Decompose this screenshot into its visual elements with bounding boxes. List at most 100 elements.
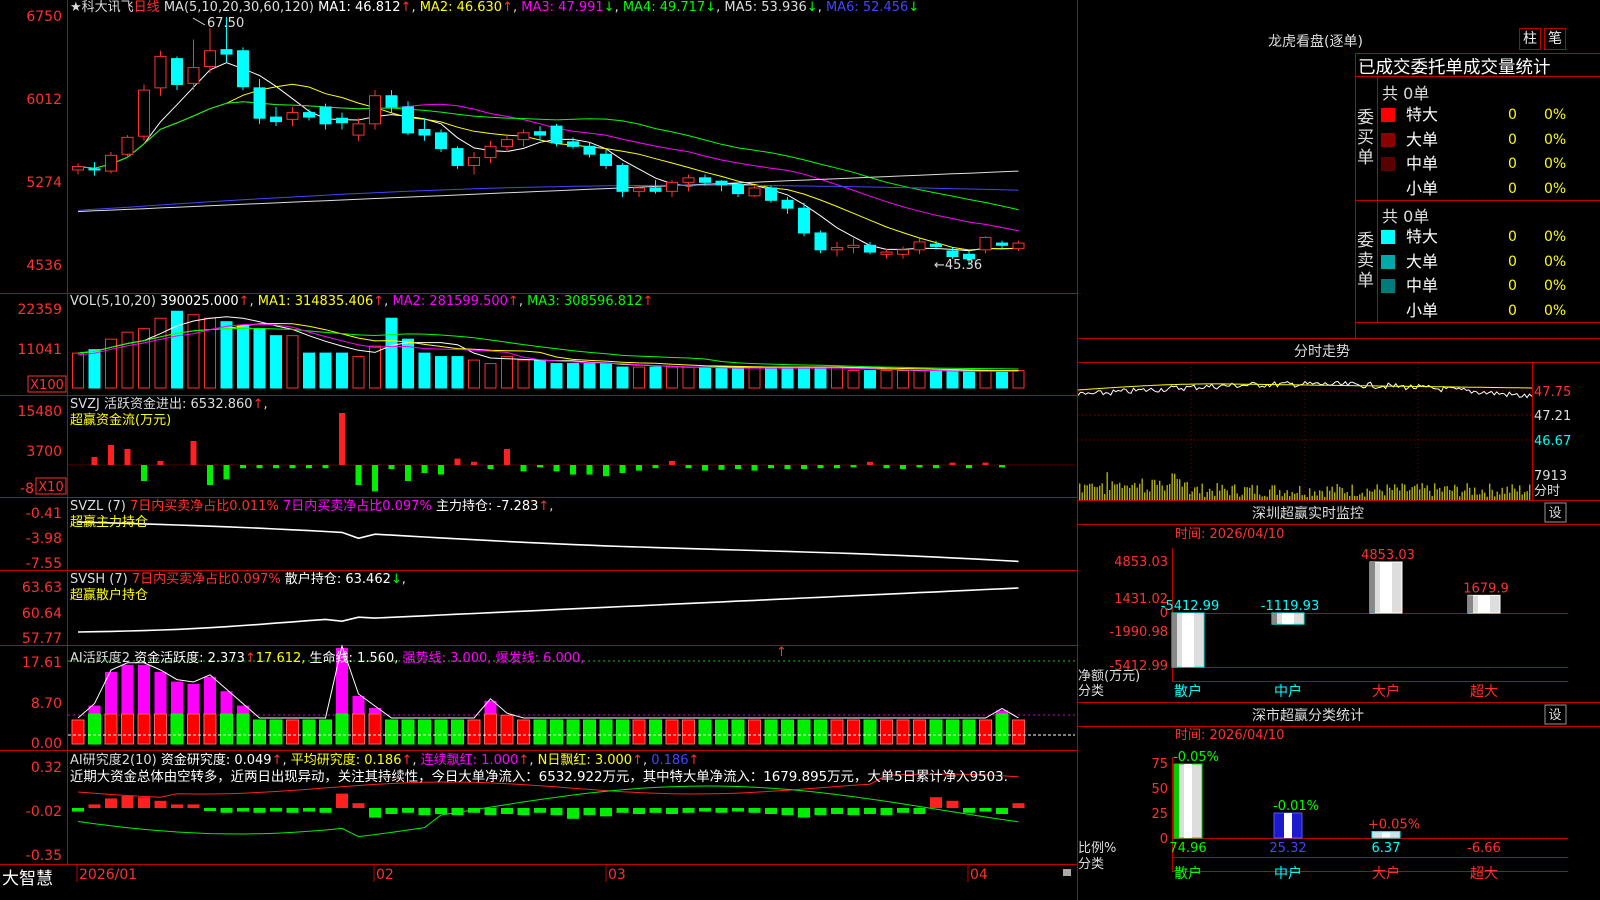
activity-bar [946, 719, 959, 745]
monitor-bar-value: 1679.9 [1463, 581, 1509, 596]
research-bar [600, 808, 612, 817]
candle-body [732, 184, 744, 195]
volume-tick: 11041 [17, 342, 62, 358]
research-bar [666, 808, 678, 814]
intraday-volume-bar [1371, 491, 1373, 500]
svsh-header: SVSH (7) 7日内买卖净占比0.097% 散户持仓: 63.462↓, 超… [70, 572, 406, 604]
intraday-volume-bar [1269, 489, 1271, 500]
activity-bar [434, 719, 448, 745]
research-bar [484, 808, 497, 816]
buy-row: 中单 0 0% [1379, 153, 1600, 175]
stats-tick: 0 [1160, 832, 1168, 847]
arrow-up-icon: ↑ [538, 499, 550, 514]
ma-value: MA4: 49.717 [622, 0, 706, 15]
intraday-volume-bar [1279, 490, 1281, 500]
price-tick: 4536 [26, 258, 62, 274]
candle-body [666, 181, 678, 192]
volume-bar [715, 366, 728, 389]
research-bar [831, 808, 843, 814]
activity-bar [682, 719, 695, 745]
svzj-bar [124, 449, 131, 465]
activity-bar [187, 713, 200, 745]
svsh-tick: 63.63 [22, 580, 62, 596]
research-bar [913, 808, 926, 814]
research-bar [583, 808, 596, 816]
volume-bar [897, 370, 909, 389]
candle-body [72, 166, 84, 171]
monitor-time: 时间: 2026/04/10 [1175, 527, 1284, 542]
volume-bar [732, 366, 744, 389]
activity-bar [451, 719, 464, 745]
volume-bar [154, 317, 167, 389]
svzj-bar [223, 465, 230, 480]
period-label[interactable]: 日线 [134, 0, 160, 15]
research-bar [930, 797, 942, 808]
watch-star-icon[interactable]: ★ [70, 0, 82, 15]
svzj-bar [966, 465, 972, 469]
ma-value: MA2: 46.630 [419, 0, 503, 15]
separator: , [401, 572, 406, 587]
intraday-volume-bar [1144, 492, 1146, 500]
candle-body [369, 95, 381, 125]
intraday-volume-bar [1391, 490, 1393, 500]
buy-row: 大单 0 0% [1379, 129, 1600, 151]
volume-bar [286, 335, 299, 389]
research-bar [979, 808, 992, 812]
intraday-volume-bar [1419, 489, 1421, 500]
svzj-bar [883, 465, 890, 469]
candle-body [765, 187, 777, 201]
intraday-volume-bar [1156, 484, 1158, 500]
intraday-volume-bar [1111, 481, 1113, 500]
stats-bar-shade [1174, 764, 1179, 838]
intraday-volume-bars [1079, 472, 1531, 500]
intraday-vol-unit: 分时 [1534, 484, 1560, 499]
activity-bar [632, 719, 646, 745]
intraday-panel[interactable]: 分时走势 47.75 47.21 46.67 7913 分时 [1078, 338, 1600, 500]
settings-button-label[interactable]: 设 [1548, 708, 1561, 723]
date-label: 04 [970, 867, 988, 883]
candle-body [253, 87, 266, 119]
activity-bar [896, 719, 910, 745]
intraday-volume-bar [1099, 485, 1101, 500]
svzl-tick: -7.55 [26, 556, 62, 572]
settings-button-label[interactable]: 设 [1548, 506, 1561, 521]
research-bar [847, 808, 860, 816]
svzj-bar [504, 449, 510, 465]
intraday-volume-bar [1164, 490, 1166, 500]
candle-body [946, 250, 959, 258]
activity-bar-magenta [352, 696, 365, 714]
intraday-volume-bar [1209, 488, 1211, 500]
intraday-volume-bar [1376, 484, 1378, 500]
arrow-up-icon: ↑ [238, 294, 250, 309]
realtime-monitor-panel[interactable]: 深圳超赢实时监控 设 时间: 2026/04/10 4853.03 1431.0… [1078, 500, 1600, 702]
monitor-category-label: 中户 [1274, 683, 1302, 700]
activity-bar [962, 719, 976, 745]
stats-bar-value: 6.37 [1372, 841, 1401, 856]
intraday-volume-bar [1514, 488, 1516, 500]
price-tick: 6012 [26, 92, 62, 108]
ma-value: MA1: 46.812 [318, 0, 401, 15]
activity-bar [154, 713, 167, 745]
research-bar [385, 808, 398, 814]
lock-icon[interactable] [1063, 869, 1071, 876]
research-bar [352, 803, 365, 808]
research-bar [633, 808, 645, 814]
ai1-activity: 资金活跃度: 2.373 [134, 651, 245, 666]
intraday-volume-bar [1491, 489, 1493, 500]
research-bar [732, 808, 744, 812]
intraday-volume-bar [1331, 486, 1333, 500]
intraday-volume-bar [1319, 490, 1321, 500]
svzj-tick: 3700 [26, 444, 62, 460]
order-count: 0 [1508, 107, 1517, 123]
svzj-bar [735, 465, 741, 469]
monitor-bar-group [1369, 561, 1403, 614]
intraday-volume-bar [1249, 487, 1251, 500]
intraday-volume-bar [1484, 492, 1486, 500]
research-bar [996, 808, 1008, 814]
intraday-volume-bar [1421, 483, 1423, 500]
stock-name: 科大讯飞 [81, 0, 134, 15]
candle-body [699, 177, 711, 183]
volume-bar [270, 335, 282, 389]
category-stats-panel[interactable]: 深市超赢分类统计 设 时间: 2026/04/10 75 50 25 0 比例%… [1078, 702, 1600, 900]
activity-bar [71, 719, 85, 745]
